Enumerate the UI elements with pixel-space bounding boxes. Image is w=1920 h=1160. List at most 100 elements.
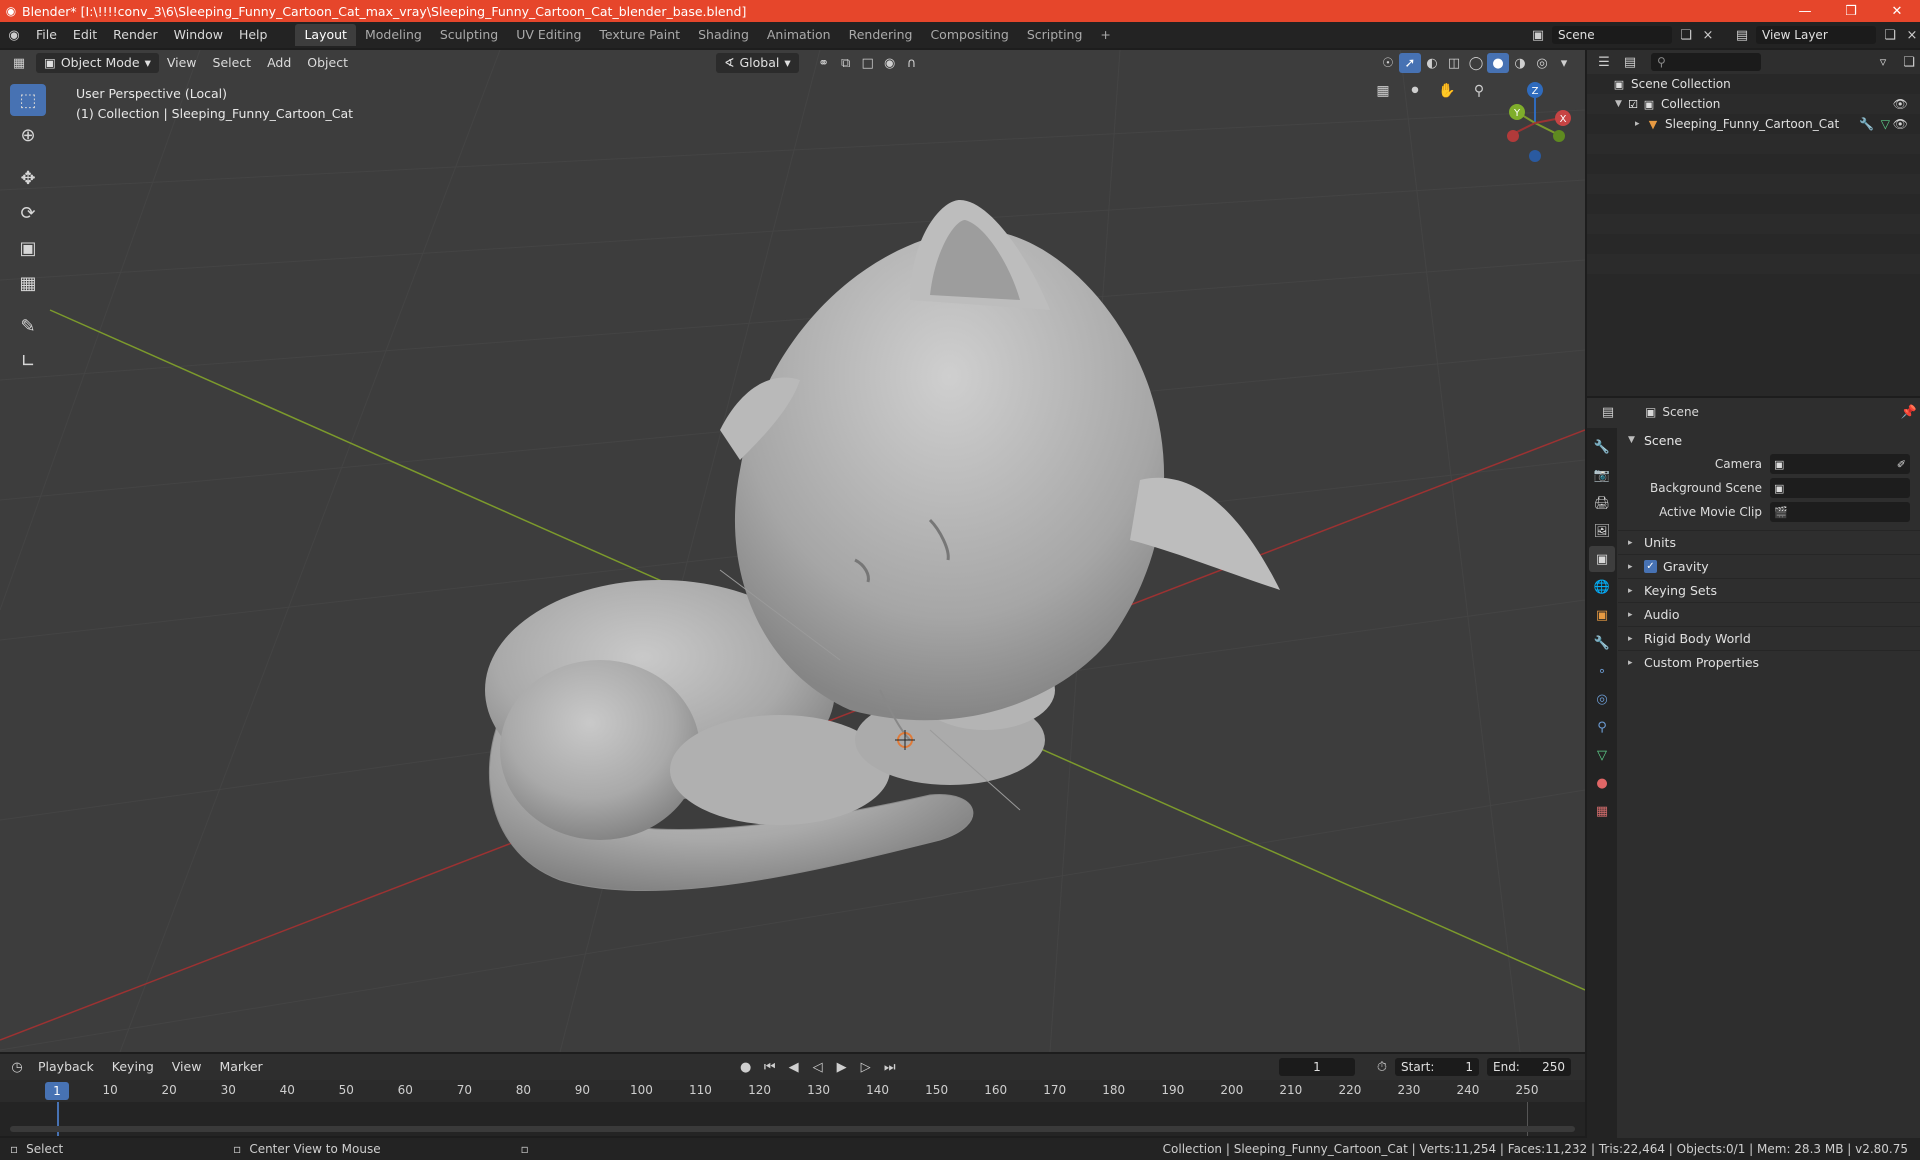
new-view-layer-icon[interactable]: ❏: [1876, 25, 1904, 45]
constraints-tab-icon[interactable]: ⚲: [1589, 714, 1615, 740]
transform-tool[interactable]: ▦: [10, 267, 46, 299]
viewport-menu-add[interactable]: Add: [259, 53, 299, 73]
transform-orientation-dropdown[interactable]: ∢ Global ▾: [716, 53, 799, 73]
viewport-menu-view[interactable]: View: [159, 53, 205, 73]
physics-tab-icon[interactable]: ◎: [1589, 686, 1615, 712]
menu-window[interactable]: Window: [166, 22, 231, 48]
viewport-menu-object[interactable]: Object: [299, 53, 356, 73]
toggle-perspective-icon[interactable]: ▦: [1370, 78, 1396, 104]
proportional-edit-icon[interactable]: ◉: [879, 53, 901, 73]
current-frame-marker[interactable]: 1: [45, 1082, 69, 1100]
object-mode-dropdown[interactable]: ▣ Object Mode ▾: [36, 53, 159, 73]
background-scene-field[interactable]: ▣: [1770, 478, 1910, 498]
solid-shading-icon[interactable]: ●: [1487, 53, 1509, 73]
tab-scripting[interactable]: Scripting: [1018, 24, 1092, 46]
view-layer-field[interactable]: View Layer: [1756, 26, 1876, 44]
filter-icon[interactable]: ▿: [1872, 52, 1894, 72]
delete-view-layer-icon[interactable]: ×: [1904, 25, 1920, 45]
world-tab-icon[interactable]: 🌐: [1589, 574, 1615, 600]
modifier-tab-icon[interactable]: 🔧: [1589, 630, 1615, 656]
timeline-track-area[interactable]: [0, 1102, 1585, 1136]
render-tab-icon[interactable]: 📷: [1589, 462, 1615, 488]
object-tab-icon[interactable]: ▣: [1589, 602, 1615, 628]
scale-tool[interactable]: ▣: [10, 232, 46, 264]
display-mode-icon[interactable]: ▤: [1619, 52, 1641, 72]
zoom-magnifier-icon[interactable]: ⚲: [1466, 78, 1492, 104]
pivot-point-icon[interactable]: ⚭: [813, 53, 835, 73]
select-box-tool[interactable]: ⬚: [10, 84, 46, 116]
visibility-eye-icon[interactable]: 👁: [1893, 97, 1908, 111]
next-keyframe-icon[interactable]: ▷: [855, 1057, 877, 1077]
units-panel[interactable]: ▸ Units: [1618, 530, 1920, 554]
outliner-search-input[interactable]: ⚲: [1651, 53, 1761, 71]
expand-arrow-icon[interactable]: ▼: [1615, 99, 1625, 109]
scene-panel-header[interactable]: ▼ Scene: [1618, 428, 1920, 452]
view-layer-browse-icon[interactable]: ▤: [1728, 25, 1756, 45]
rotate-tool[interactable]: ⟳: [10, 197, 46, 229]
editor-type-icon[interactable]: ▦: [8, 53, 30, 73]
expand-arrow-icon[interactable]: ▸: [1635, 119, 1645, 129]
material-tab-icon[interactable]: ●: [1589, 770, 1615, 796]
visibility-filter-icon[interactable]: ☉: [1377, 53, 1399, 73]
material-shading-icon[interactable]: ◑: [1509, 53, 1531, 73]
maximize-button[interactable]: ❒: [1828, 4, 1874, 19]
tab-rendering[interactable]: Rendering: [840, 24, 922, 46]
outliner-row-cat-object[interactable]: ▸ ▼ Sleeping_Funny_Cartoon_Cat 🔧 ▽ 👁: [1587, 114, 1920, 134]
add-workspace-icon[interactable]: +: [1091, 24, 1119, 46]
outliner-row-collection[interactable]: ▼ ☑ ▣ Collection 👁: [1587, 94, 1920, 114]
menu-help[interactable]: Help: [231, 22, 276, 48]
tab-animation[interactable]: Animation: [758, 24, 840, 46]
particles-tab-icon[interactable]: ∘: [1589, 658, 1615, 684]
falloff-icon[interactable]: ∩: [901, 53, 923, 73]
tab-compositing[interactable]: Compositing: [921, 24, 1017, 46]
end-frame-field[interactable]: End: 250: [1487, 1058, 1571, 1076]
record-keyframe-icon[interactable]: ●: [735, 1057, 757, 1077]
gizmo-neg-y-axis[interactable]: [1553, 130, 1565, 142]
outliner-editor-icon[interactable]: ☰: [1593, 52, 1615, 72]
menu-edit[interactable]: Edit: [65, 22, 105, 48]
audio-panel[interactable]: ▸ Audio: [1618, 602, 1920, 626]
scene-name-field[interactable]: Scene: [1552, 26, 1672, 44]
camera-field[interactable]: ▣ ✐: [1770, 454, 1910, 474]
snap-icon[interactable]: ⧉: [835, 53, 857, 73]
outliner-row-scene-collection[interactable]: ▣ Scene Collection: [1587, 74, 1920, 94]
cursor-tool[interactable]: ⊕: [10, 119, 46, 151]
checkbox-icon[interactable]: ☑: [1625, 96, 1641, 112]
tab-texture-paint[interactable]: Texture Paint: [590, 24, 689, 46]
mesh-data-icon[interactable]: ▽: [1881, 117, 1890, 131]
timeline-menu-marker[interactable]: Marker: [211, 1057, 270, 1077]
tab-modeling[interactable]: Modeling: [356, 24, 431, 46]
move-tool[interactable]: ✥: [10, 162, 46, 194]
keying-sets-panel[interactable]: ▸ Keying Sets: [1618, 578, 1920, 602]
minimize-button[interactable]: —: [1782, 4, 1828, 19]
3d-viewport[interactable]: ▦ ▣ Object Mode ▾ View Select Add Object…: [0, 50, 1585, 1052]
annotate-tool[interactable]: ✎: [10, 310, 46, 342]
shading-options-icon[interactable]: ▾: [1553, 53, 1575, 73]
stopwatch-icon[interactable]: ⏱: [1371, 1057, 1393, 1077]
custom-properties-panel[interactable]: ▸ Custom Properties: [1618, 650, 1920, 674]
jump-end-icon[interactable]: ⏭: [879, 1057, 901, 1077]
snap-target-icon[interactable]: □: [857, 53, 879, 73]
texture-tab-icon[interactable]: ▦: [1589, 798, 1615, 824]
rendered-shading-icon[interactable]: ◎: [1531, 53, 1553, 73]
wireframe-shading-icon[interactable]: ◯: [1465, 53, 1487, 73]
prev-keyframe-icon[interactable]: ◀: [783, 1057, 805, 1077]
viewport-menu-select[interactable]: Select: [205, 53, 260, 73]
modifier-wrench-icon[interactable]: 🔧: [1859, 117, 1874, 131]
properties-editor-icon[interactable]: ▤: [1597, 402, 1619, 422]
new-collection-icon[interactable]: ❏: [1898, 52, 1920, 72]
tab-uv-editing[interactable]: UV Editing: [507, 24, 590, 46]
measure-tool[interactable]: ∟: [10, 345, 46, 377]
gizmo-neg-z-axis[interactable]: [1529, 150, 1541, 162]
timeline-editor-icon[interactable]: ◷: [6, 1057, 28, 1077]
gizmo-neg-x-axis[interactable]: [1507, 130, 1519, 142]
rigid-body-world-panel[interactable]: ▸ Rigid Body World: [1618, 626, 1920, 650]
jump-start-icon[interactable]: ⏮: [759, 1057, 781, 1077]
eyedropper-icon[interactable]: ✐: [1897, 458, 1906, 471]
xray-toggle-icon[interactable]: ◫: [1443, 53, 1465, 73]
view-layer-tab-icon[interactable]: 🖼: [1589, 518, 1615, 544]
gravity-checkbox[interactable]: ✓: [1644, 560, 1657, 573]
overlay-toggle-icon[interactable]: ◐: [1421, 53, 1443, 73]
tool-tab-icon[interactable]: 🔧: [1589, 434, 1615, 460]
gravity-panel[interactable]: ▸ ✓ Gravity: [1618, 554, 1920, 578]
